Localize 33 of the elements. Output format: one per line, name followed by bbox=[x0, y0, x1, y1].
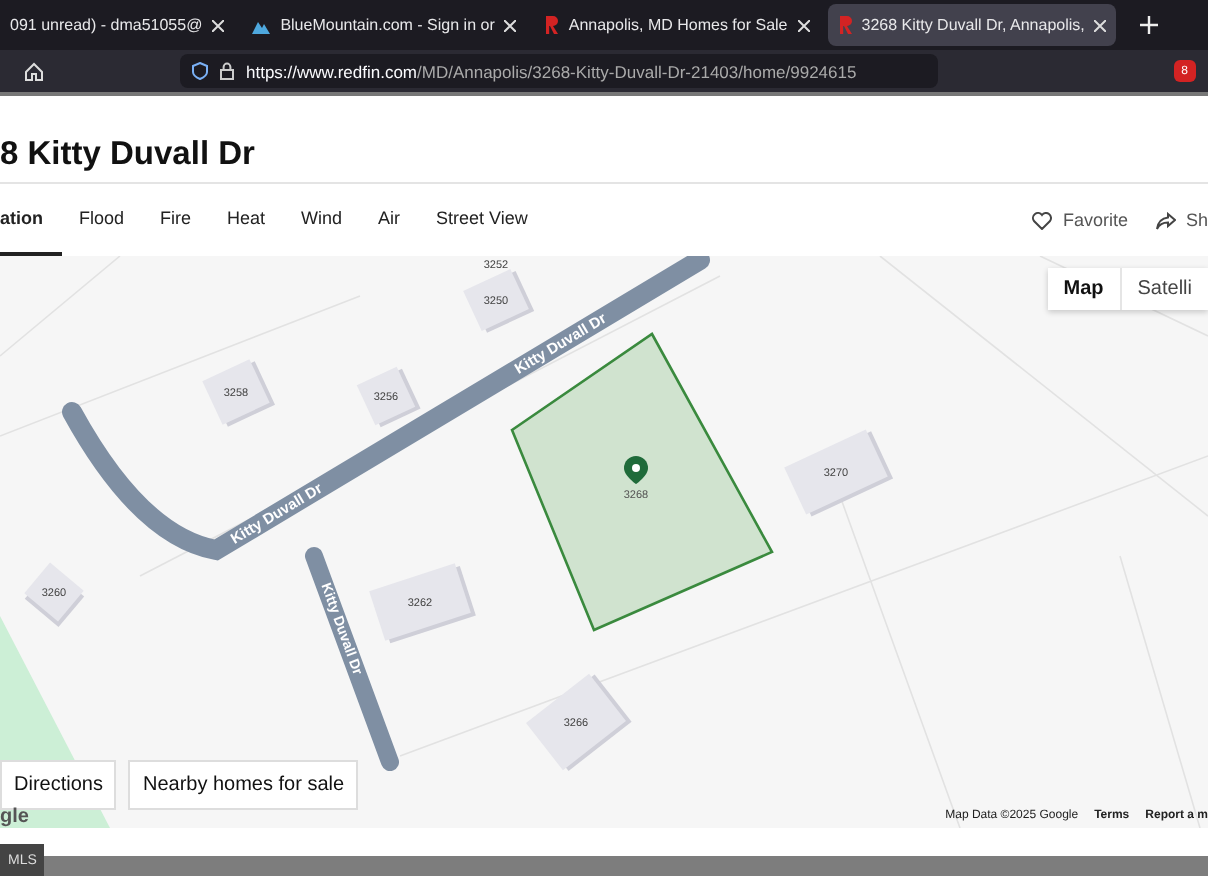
nav-tab[interactable]: Street View bbox=[418, 184, 546, 256]
map-button[interactable]: Directions bbox=[0, 760, 117, 810]
location-pin-icon bbox=[624, 456, 648, 484]
browser-tab[interactable]: BlueMountain.com - Sign in or bbox=[242, 4, 527, 46]
close-icon[interactable] bbox=[212, 19, 225, 31]
map-type-tab[interactable]: Satelli bbox=[1121, 268, 1208, 310]
nav-tab[interactable]: Heat bbox=[209, 184, 284, 256]
heart-icon bbox=[1032, 211, 1053, 229]
mountain-icon bbox=[252, 17, 271, 33]
nav-tab[interactable]: Fire bbox=[142, 184, 210, 256]
page-title: 8 Kitty Duvall Dr bbox=[0, 108, 1208, 184]
browser-tab[interactable]: Annapolis, MD Homes for Sale bbox=[534, 4, 820, 46]
nav-tab[interactable]: Wind bbox=[283, 184, 361, 256]
new-tab-icon[interactable] bbox=[1140, 16, 1159, 34]
shield-icon bbox=[192, 62, 208, 80]
close-icon[interactable] bbox=[504, 19, 517, 31]
close-icon[interactable] bbox=[1094, 19, 1107, 31]
share-icon bbox=[1155, 211, 1176, 229]
nav-tab[interactable]: Flood bbox=[61, 184, 143, 256]
lock-icon bbox=[220, 62, 234, 80]
map-button[interactable]: Nearby homes for sale bbox=[128, 760, 359, 810]
home-icon[interactable] bbox=[24, 61, 44, 81]
map-type-tab[interactable]: Map bbox=[1047, 268, 1122, 310]
r-logo-icon bbox=[544, 16, 559, 34]
browser-tab[interactable]: 091 unread) - dma51055@ bbox=[0, 4, 235, 46]
favorite-button[interactable]: Favorite bbox=[1032, 210, 1128, 230]
address-bar[interactable]: https://www.redfin.com/MD/Annapolis/3268-Kitty-Duvall-Dr-21403/home/9924615 bbox=[180, 54, 938, 88]
close-icon[interactable] bbox=[797, 19, 810, 31]
map-logo: gle bbox=[0, 806, 29, 828]
browser-tab[interactable]: 3268 Kitty Duvall Dr, Annapolis, bbox=[827, 4, 1117, 46]
r-logo-icon bbox=[837, 16, 852, 34]
share-button[interactable]: Sh bbox=[1155, 210, 1208, 230]
nav-tab[interactable]: Air bbox=[360, 184, 419, 256]
